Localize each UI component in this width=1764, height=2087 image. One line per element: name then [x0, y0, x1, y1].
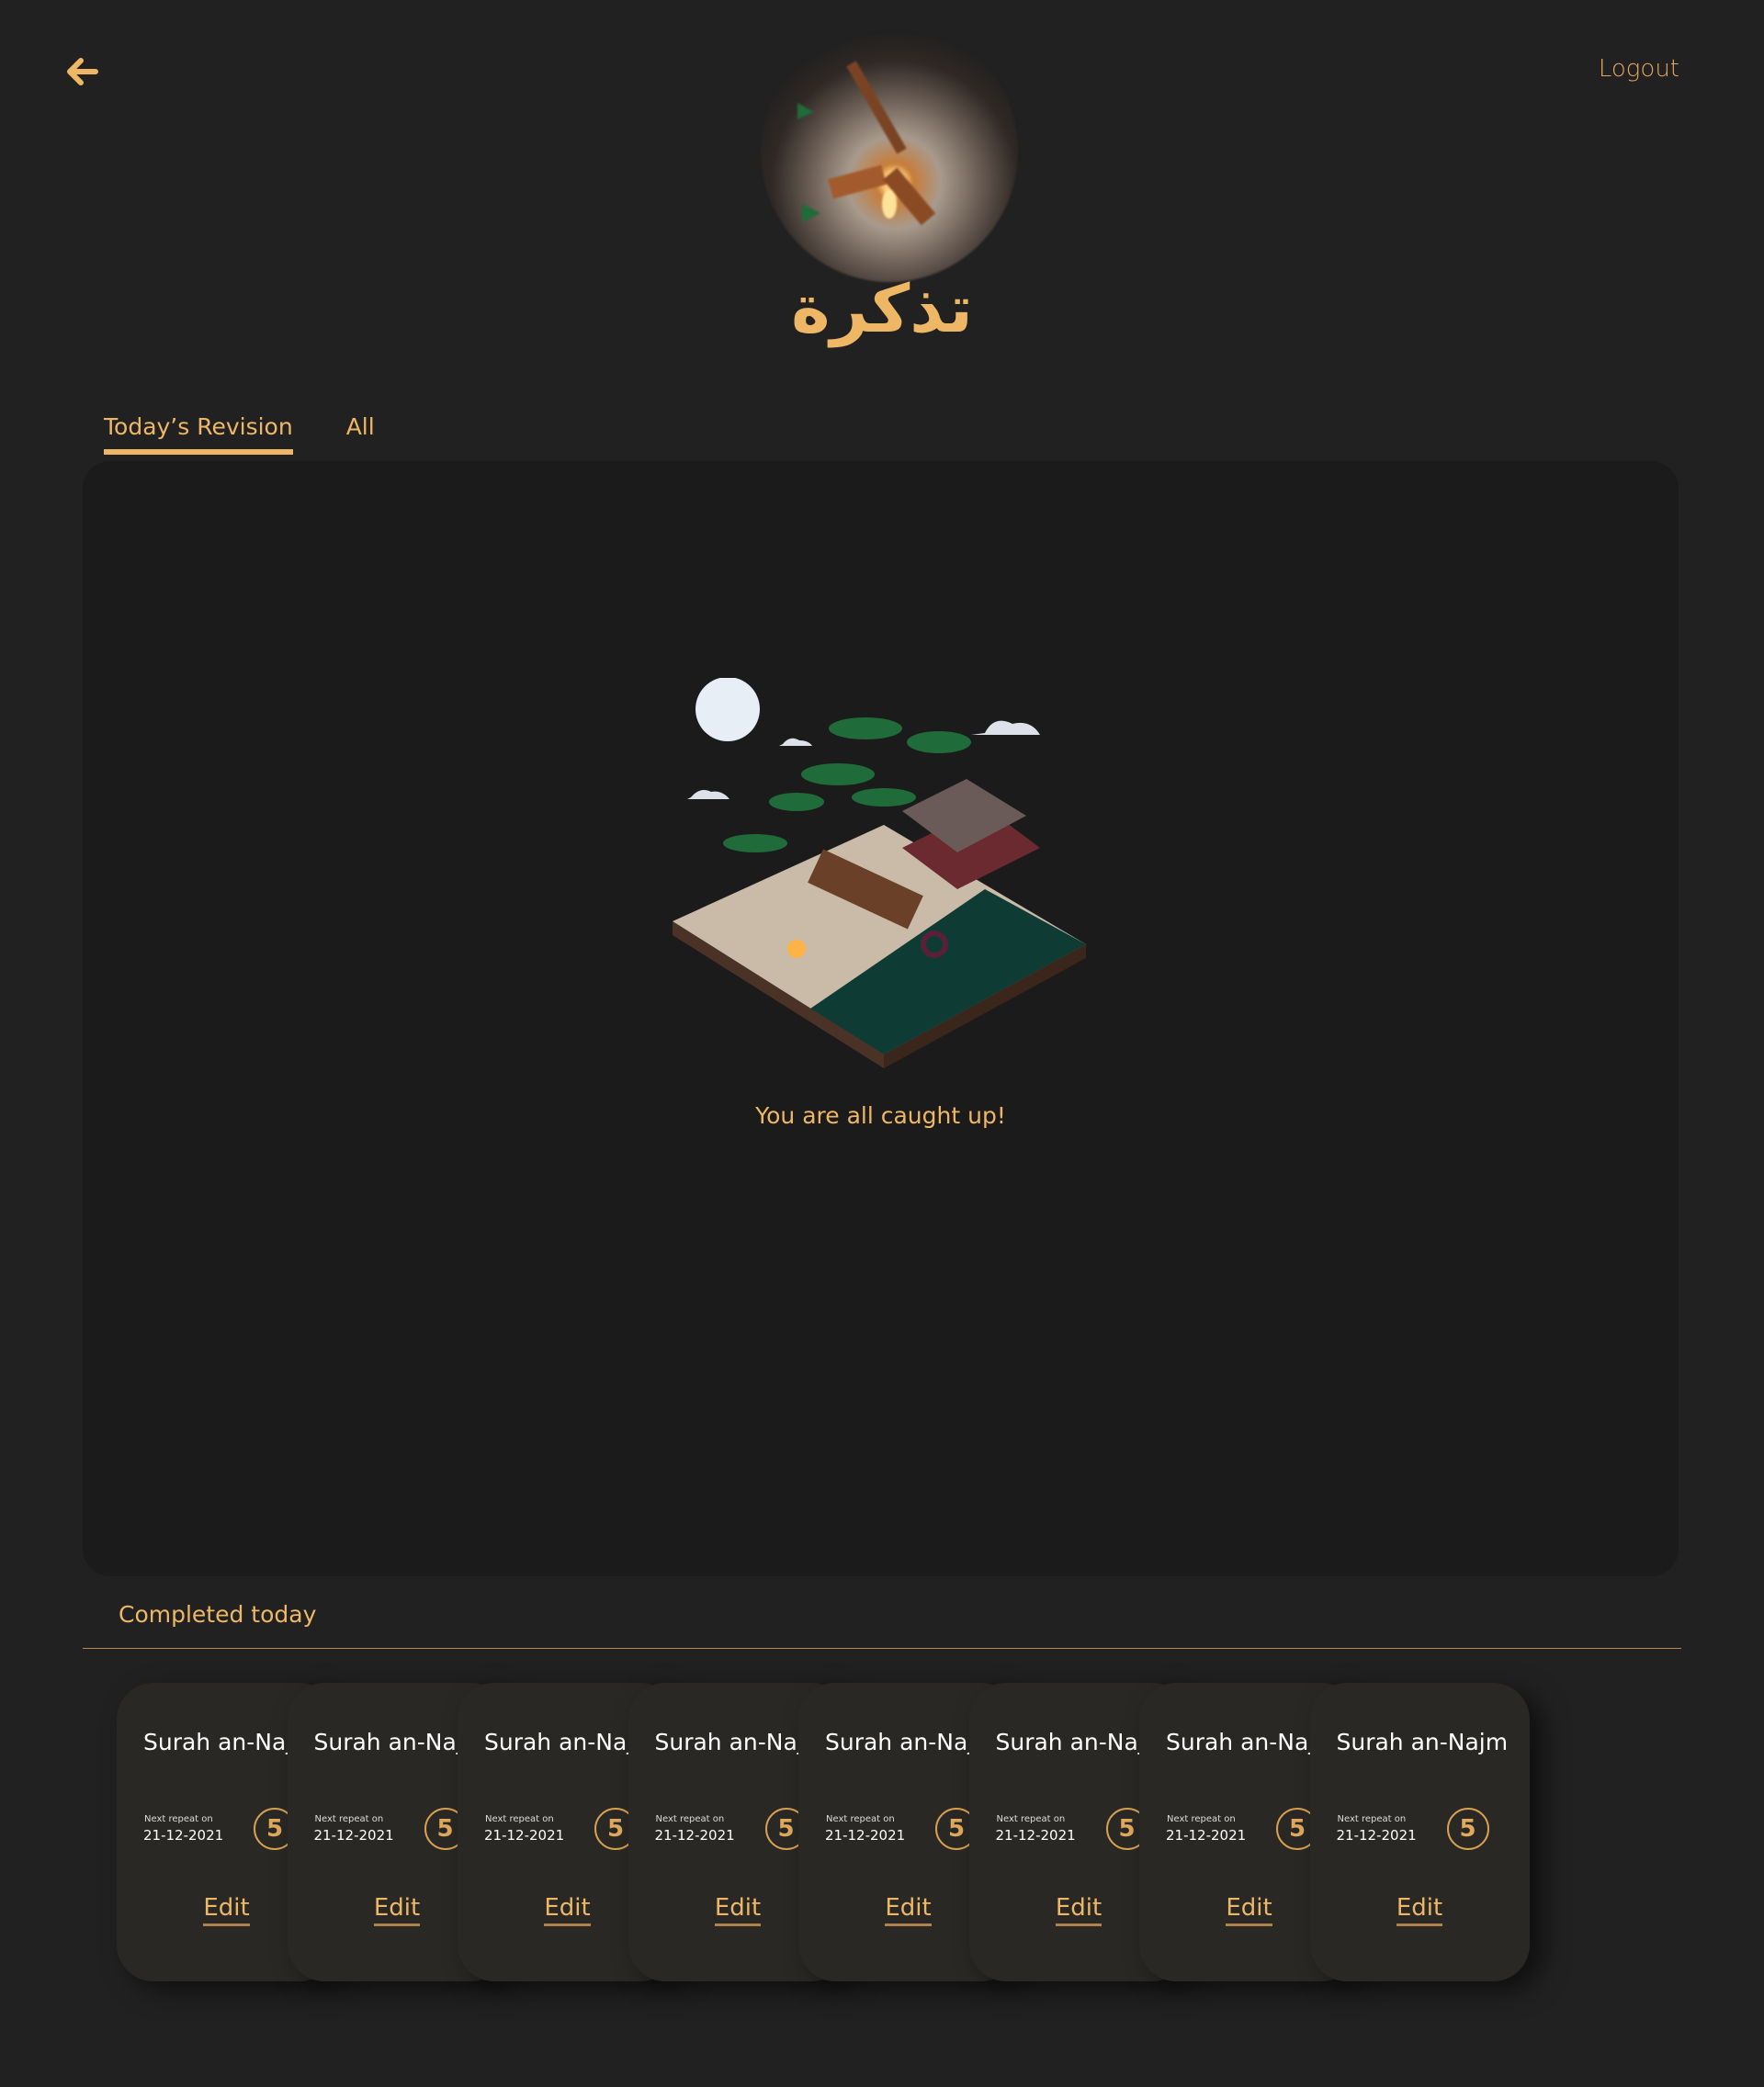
edit-link[interactable]: Edit [203, 1894, 250, 1926]
logout-link[interactable]: Logout [1599, 55, 1679, 83]
edit-link[interactable]: Edit [544, 1894, 591, 1926]
edit-link[interactable]: Edit [1055, 1894, 1102, 1926]
island-illustration [673, 678, 1086, 1068]
next-repeat-label: Next repeat on [314, 1814, 384, 1824]
revision-panel: You are all caught up! [83, 461, 1679, 1576]
tab-bar: Today’s Revision All [104, 413, 375, 455]
next-repeat-label: Next repeat on [996, 1814, 1066, 1824]
completed-today-heading: Completed today [119, 1601, 317, 1628]
next-repeat-label: Next repeat on [485, 1814, 554, 1824]
next-repeat-date: 21-12-2021 [143, 1827, 224, 1844]
edit-link[interactable]: Edit [1226, 1894, 1272, 1926]
app-logo-image [761, 20, 1018, 282]
arrow-left-icon [67, 58, 98, 85]
next-repeat-label: Next repeat on [826, 1814, 895, 1824]
next-repeat-date: 21-12-2021 [313, 1827, 394, 1844]
next-repeat-date: 21-12-2021 [995, 1827, 1076, 1844]
next-repeat-label: Next repeat on [1337, 1814, 1407, 1824]
completed-card: Surah an-Najm Next repeat on 21-12-2021 … [1309, 1683, 1530, 1981]
empty-state-message: You are all caught up! [755, 1102, 1006, 1129]
next-repeat-label: Next repeat on [655, 1814, 725, 1824]
next-repeat-date: 21-12-2021 [1336, 1827, 1417, 1844]
next-repeat-date: 21-12-2021 [654, 1827, 735, 1844]
next-repeat-label: Next repeat on [144, 1814, 213, 1824]
edit-link[interactable]: Edit [373, 1894, 421, 1926]
divider [83, 1648, 1681, 1649]
tab-todays-revision[interactable]: Today’s Revision [104, 413, 293, 455]
next-repeat-date: 21-12-2021 [825, 1827, 906, 1844]
back-button[interactable] [64, 53, 101, 90]
tab-all[interactable]: All [346, 413, 375, 455]
next-repeat-date: 21-12-2021 [484, 1827, 565, 1844]
next-repeat-date: 21-12-2021 [1166, 1827, 1247, 1844]
brand-title: تذكرة [791, 270, 973, 347]
next-repeat-label: Next repeat on [1167, 1814, 1236, 1824]
card-title: Surah an-Najm [1336, 1729, 1509, 1755]
edit-link[interactable]: Edit [885, 1894, 932, 1926]
repeat-count-badge: 5 [1446, 1808, 1489, 1850]
edit-link[interactable]: Edit [1396, 1894, 1443, 1926]
edit-link[interactable]: Edit [714, 1894, 762, 1926]
